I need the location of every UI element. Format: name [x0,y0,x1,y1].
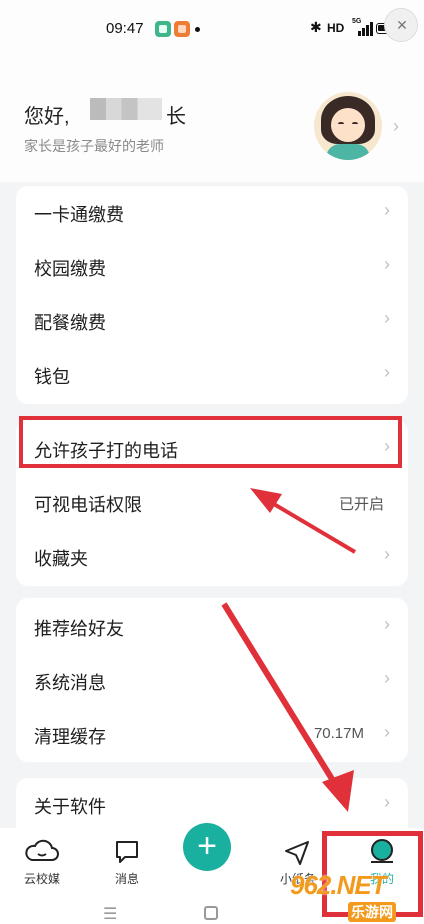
chevron-right-icon: › [384,792,390,812]
chevron-right-icon: › [384,614,390,634]
chevron-right-icon: › [384,544,390,564]
menu-item-label: 可视电话权限 [34,495,142,515]
menu-item-label: 一卡通缴费 [34,205,124,225]
greeting-text: 您好, [24,106,70,128]
signal-5g-label: 5G [352,18,362,25]
avatar[interactable] [314,92,382,160]
chat-icon [116,841,138,863]
menu-item-label: 收藏夹 [34,549,88,569]
menu-item-wallet[interactable]: 钱包 › [16,348,408,402]
close-overlay-button[interactable]: ✕ [384,8,418,42]
close-icon: ✕ [396,17,408,33]
cloud-icon [25,839,59,861]
tab-cloud-media[interactable]: 云校媒 [12,838,72,894]
watermark-sub: 乐游网 [348,902,396,922]
menu-item-favorites[interactable]: 收藏夹 › [16,530,408,584]
signal-icon: 5G [352,18,374,36]
chevron-right-icon: › [384,362,390,382]
menu-item-label: 推荐给好友 [34,619,124,639]
chevron-right-icon: › [384,200,390,220]
profile-header[interactable]: 您好, 长 家长是孩子最好的老师 › [0,60,424,182]
menu-item-meal-payment[interactable]: 配餐缴费 › [16,294,408,348]
chevron-right-icon: › [384,308,390,328]
tab-label: 云校媒 [23,872,60,886]
cache-size: 70.17M [313,725,364,742]
menu-item-label: 关于软件 [34,797,106,817]
app-notification-icon-2 [174,21,190,37]
home-nav-icon[interactable] [204,906,218,920]
menu-item-recommend[interactable]: 推荐给好友 › [16,600,408,654]
watermark-brand: 962.NET [290,870,387,900]
chevron-right-icon: › [393,116,399,136]
menu-item-label: 钱包 [34,367,70,387]
menu-item-clear-cache[interactable]: 清理缓存 70.17M › [16,708,408,762]
menu-item-video-call-permission[interactable]: 可视电话权限 已开启 [16,476,408,530]
profile-subtitle: 家长是孩子最好的老师 [24,138,164,154]
plus-icon: + [197,827,217,865]
menu-item-system-messages[interactable]: 系统消息 › [16,654,408,708]
tab-messages[interactable]: 消息 [97,838,157,894]
menu-nav-icon[interactable]: ☰ [103,904,117,924]
network-hd-label: HD [327,21,345,35]
highlight-box [19,416,402,468]
chevron-right-icon: › [384,254,390,274]
menu-item-status: 已开启 [338,496,384,513]
name-suffix: 长 [166,106,186,128]
status-time: 09:47 [106,20,144,37]
bluetooth-icon: ✱ [310,19,322,35]
watermark-logo: 962.NET 乐游网 [290,862,424,924]
menu-item-label: 系统消息 [34,673,106,693]
menu-item-card-payment[interactable]: 一卡通缴费 › [16,186,408,240]
menu-item-campus-payment[interactable]: 校园缴费 › [16,240,408,294]
system-menu-card: 推荐给好友 › 系统消息 › 清理缓存 70.17M › [16,598,408,762]
add-button[interactable]: + [183,823,231,871]
menu-item-label: 清理缓存 [34,727,106,747]
chevron-right-icon: › [384,722,390,742]
chevron-right-icon: › [384,668,390,688]
payment-menu-card: 一卡通缴费 › 校园缴费 › 配餐缴费 › 钱包 › [16,186,408,404]
menu-item-label: 配餐缴费 [34,313,106,333]
menu-item-label: 校园缴费 [34,259,106,279]
app-notification-icon [155,21,171,37]
blurred-name [90,98,162,120]
status-bar: 09:47 ✱ HD 5G ✕ [0,0,424,60]
notification-dot-icon [195,27,200,32]
tab-label: 消息 [114,872,139,886]
